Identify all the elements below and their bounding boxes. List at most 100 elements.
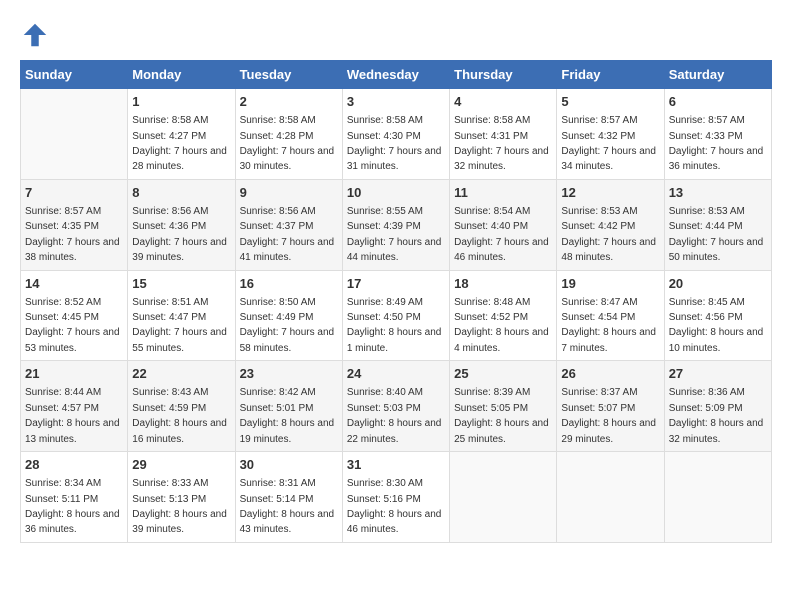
sunrise-text: Sunrise: 8:40 AM (347, 387, 423, 398)
calendar-cell: 24 Sunrise: 8:40 AM Sunset: 5:03 PM Dayl… (342, 361, 449, 452)
calendar-week-row: 1 Sunrise: 8:58 AM Sunset: 4:27 PM Dayli… (21, 89, 772, 180)
page-header (20, 20, 772, 50)
sunset-text: Sunset: 5:01 PM (240, 403, 314, 414)
daylight-text: Daylight: 7 hours and 46 minutes. (454, 237, 549, 263)
sunrise-text: Sunrise: 8:48 AM (454, 297, 530, 308)
sunrise-text: Sunrise: 8:44 AM (25, 387, 101, 398)
sunrise-text: Sunrise: 8:45 AM (669, 297, 745, 308)
day-number: 6 (669, 93, 767, 111)
calendar-cell (450, 452, 557, 543)
day-number: 9 (240, 184, 338, 202)
daylight-text: Daylight: 8 hours and 19 minutes. (240, 418, 335, 444)
calendar-cell: 16 Sunrise: 8:50 AM Sunset: 4:49 PM Dayl… (235, 270, 342, 361)
day-number: 30 (240, 456, 338, 474)
daylight-text: Daylight: 8 hours and 22 minutes. (347, 418, 442, 444)
sunset-text: Sunset: 4:40 PM (454, 221, 528, 232)
daylight-text: Daylight: 8 hours and 32 minutes. (669, 418, 764, 444)
calendar-cell: 11 Sunrise: 8:54 AM Sunset: 4:40 PM Dayl… (450, 179, 557, 270)
day-number: 28 (25, 456, 123, 474)
weekday-header: Wednesday (342, 61, 449, 89)
sunrise-text: Sunrise: 8:39 AM (454, 387, 530, 398)
day-number: 13 (669, 184, 767, 202)
day-number: 14 (25, 275, 123, 293)
sunset-text: Sunset: 4:57 PM (25, 403, 99, 414)
sunset-text: Sunset: 4:49 PM (240, 312, 314, 323)
daylight-text: Daylight: 7 hours and 50 minutes. (669, 237, 764, 263)
calendar-cell: 10 Sunrise: 8:55 AM Sunset: 4:39 PM Dayl… (342, 179, 449, 270)
daylight-text: Daylight: 7 hours and 48 minutes. (561, 237, 656, 263)
sunrise-text: Sunrise: 8:58 AM (240, 115, 316, 126)
sunrise-text: Sunrise: 8:53 AM (561, 206, 637, 217)
calendar-cell: 23 Sunrise: 8:42 AM Sunset: 5:01 PM Dayl… (235, 361, 342, 452)
sunrise-text: Sunrise: 8:50 AM (240, 297, 316, 308)
day-number: 10 (347, 184, 445, 202)
calendar-cell: 7 Sunrise: 8:57 AM Sunset: 4:35 PM Dayli… (21, 179, 128, 270)
daylight-text: Daylight: 7 hours and 36 minutes. (669, 146, 764, 172)
logo (20, 20, 54, 50)
calendar-week-row: 28 Sunrise: 8:34 AM Sunset: 5:11 PM Dayl… (21, 452, 772, 543)
weekday-header: Thursday (450, 61, 557, 89)
daylight-text: Daylight: 7 hours and 30 minutes. (240, 146, 335, 172)
calendar-cell: 6 Sunrise: 8:57 AM Sunset: 4:33 PM Dayli… (664, 89, 771, 180)
calendar-cell: 12 Sunrise: 8:53 AM Sunset: 4:42 PM Dayl… (557, 179, 664, 270)
sunrise-text: Sunrise: 8:42 AM (240, 387, 316, 398)
calendar-cell: 26 Sunrise: 8:37 AM Sunset: 5:07 PM Dayl… (557, 361, 664, 452)
sunset-text: Sunset: 4:39 PM (347, 221, 421, 232)
sunset-text: Sunset: 4:47 PM (132, 312, 206, 323)
calendar-cell: 3 Sunrise: 8:58 AM Sunset: 4:30 PM Dayli… (342, 89, 449, 180)
calendar-cell: 17 Sunrise: 8:49 AM Sunset: 4:50 PM Dayl… (342, 270, 449, 361)
sunset-text: Sunset: 5:14 PM (240, 494, 314, 505)
sunset-text: Sunset: 5:09 PM (669, 403, 743, 414)
logo-icon (20, 20, 50, 50)
sunset-text: Sunset: 4:37 PM (240, 221, 314, 232)
calendar-cell: 8 Sunrise: 8:56 AM Sunset: 4:36 PM Dayli… (128, 179, 235, 270)
sunrise-text: Sunrise: 8:47 AM (561, 297, 637, 308)
day-number: 25 (454, 365, 552, 383)
calendar-week-row: 14 Sunrise: 8:52 AM Sunset: 4:45 PM Dayl… (21, 270, 772, 361)
daylight-text: Daylight: 8 hours and 25 minutes. (454, 418, 549, 444)
calendar-cell: 31 Sunrise: 8:30 AM Sunset: 5:16 PM Dayl… (342, 452, 449, 543)
daylight-text: Daylight: 7 hours and 55 minutes. (132, 327, 227, 353)
day-number: 16 (240, 275, 338, 293)
daylight-text: Daylight: 8 hours and 7 minutes. (561, 327, 656, 353)
daylight-text: Daylight: 8 hours and 46 minutes. (347, 509, 442, 535)
calendar-cell: 1 Sunrise: 8:58 AM Sunset: 4:27 PM Dayli… (128, 89, 235, 180)
day-number: 23 (240, 365, 338, 383)
daylight-text: Daylight: 7 hours and 32 minutes. (454, 146, 549, 172)
daylight-text: Daylight: 8 hours and 43 minutes. (240, 509, 335, 535)
sunset-text: Sunset: 4:56 PM (669, 312, 743, 323)
sunrise-text: Sunrise: 8:30 AM (347, 478, 423, 489)
day-number: 12 (561, 184, 659, 202)
sunset-text: Sunset: 5:03 PM (347, 403, 421, 414)
sunset-text: Sunset: 4:35 PM (25, 221, 99, 232)
sunset-text: Sunset: 5:05 PM (454, 403, 528, 414)
daylight-text: Daylight: 8 hours and 1 minute. (347, 327, 442, 353)
sunset-text: Sunset: 4:59 PM (132, 403, 206, 414)
daylight-text: Daylight: 8 hours and 13 minutes. (25, 418, 120, 444)
sunrise-text: Sunrise: 8:56 AM (132, 206, 208, 217)
sunset-text: Sunset: 4:42 PM (561, 221, 635, 232)
sunrise-text: Sunrise: 8:31 AM (240, 478, 316, 489)
calendar-cell: 28 Sunrise: 8:34 AM Sunset: 5:11 PM Dayl… (21, 452, 128, 543)
weekday-header: Sunday (21, 61, 128, 89)
weekday-header: Tuesday (235, 61, 342, 89)
day-number: 17 (347, 275, 445, 293)
sunrise-text: Sunrise: 8:43 AM (132, 387, 208, 398)
day-number: 24 (347, 365, 445, 383)
sunset-text: Sunset: 4:32 PM (561, 131, 635, 142)
calendar-cell: 27 Sunrise: 8:36 AM Sunset: 5:09 PM Dayl… (664, 361, 771, 452)
calendar-cell: 20 Sunrise: 8:45 AM Sunset: 4:56 PM Dayl… (664, 270, 771, 361)
sunrise-text: Sunrise: 8:34 AM (25, 478, 101, 489)
sunset-text: Sunset: 4:52 PM (454, 312, 528, 323)
sunset-text: Sunset: 4:36 PM (132, 221, 206, 232)
sunrise-text: Sunrise: 8:52 AM (25, 297, 101, 308)
calendar-week-row: 7 Sunrise: 8:57 AM Sunset: 4:35 PM Dayli… (21, 179, 772, 270)
daylight-text: Daylight: 8 hours and 4 minutes. (454, 327, 549, 353)
sunrise-text: Sunrise: 8:53 AM (669, 206, 745, 217)
daylight-text: Daylight: 8 hours and 29 minutes. (561, 418, 656, 444)
sunset-text: Sunset: 4:50 PM (347, 312, 421, 323)
calendar-week-row: 21 Sunrise: 8:44 AM Sunset: 4:57 PM Dayl… (21, 361, 772, 452)
sunset-text: Sunset: 4:33 PM (669, 131, 743, 142)
sunrise-text: Sunrise: 8:58 AM (454, 115, 530, 126)
day-number: 22 (132, 365, 230, 383)
